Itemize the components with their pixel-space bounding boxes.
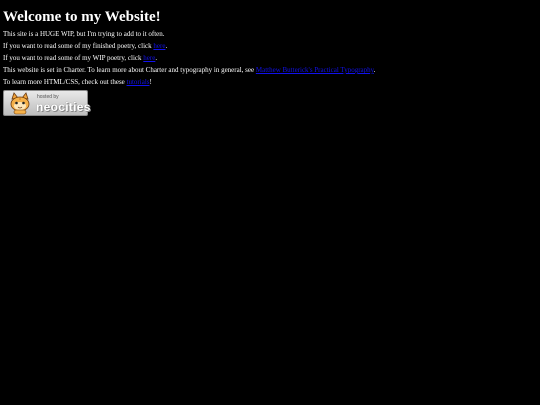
intro-paragraph: This site is a HUGE WIP, but I'm trying … bbox=[3, 30, 537, 38]
wip-poetry-suffix: . bbox=[155, 54, 158, 62]
intro-text: This site is a HUGE WIP, but I'm trying … bbox=[3, 30, 165, 38]
wip-poetry-paragraph: If you want to read some of my WIP poetr… bbox=[3, 54, 537, 62]
neocities-badge[interactable]: hosted by neocities bbox=[3, 90, 91, 116]
tutorials-paragraph: To learn more HTML/CSS, check out these … bbox=[3, 78, 537, 86]
neocities-brand-label: neocities bbox=[36, 100, 91, 114]
finished-poetry-suffix: . bbox=[165, 42, 168, 50]
wip-poetry-text: If you want to read some of my WIP poetr… bbox=[3, 54, 144, 62]
page-title: Welcome to my Website! bbox=[3, 9, 161, 25]
tutorials-link[interactable]: tutorials bbox=[127, 78, 150, 86]
typography-paragraph: This website is set in Charter. To learn… bbox=[3, 66, 537, 74]
neocities-cat-icon bbox=[10, 92, 30, 115]
typography-text: This website is set in Charter. To learn… bbox=[3, 66, 256, 74]
page-content: Welcome to my Website! This site is a HU… bbox=[0, 0, 540, 116]
typography-suffix: . bbox=[373, 66, 376, 74]
tutorials-text: To learn more HTML/CSS, check out these bbox=[3, 78, 127, 86]
typography-link[interactable]: Matthew Butterick's Practical Typography bbox=[256, 66, 374, 74]
tutorials-suffix: ! bbox=[149, 78, 152, 86]
finished-poetry-paragraph: If you want to read some of my finished … bbox=[3, 42, 537, 50]
wip-poetry-link[interactable]: here bbox=[143, 54, 155, 62]
finished-poetry-text: If you want to read some of my finished … bbox=[3, 42, 154, 50]
finished-poetry-link[interactable]: here bbox=[153, 42, 165, 50]
